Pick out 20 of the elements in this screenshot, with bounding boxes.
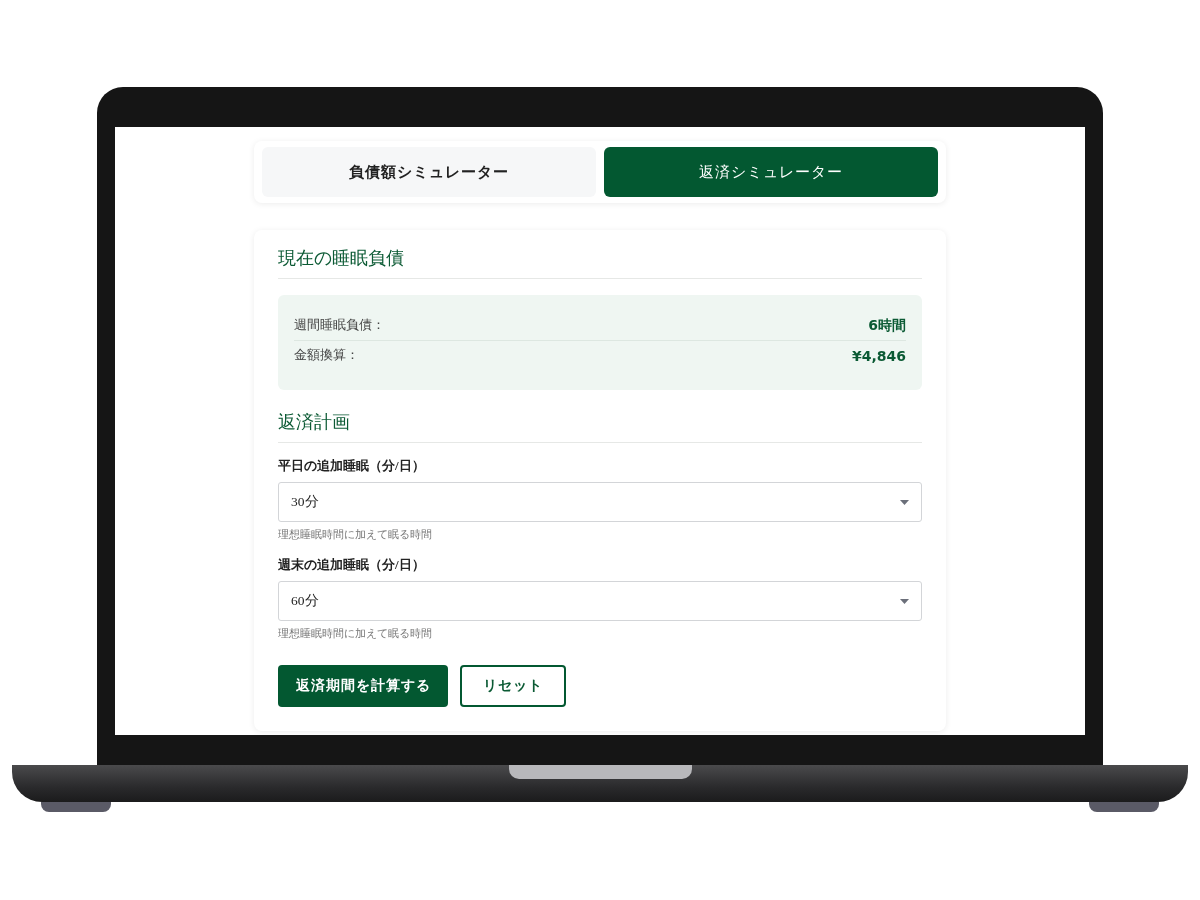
reset-button[interactable]: リセット — [460, 665, 566, 707]
section-title: 返済計画 — [278, 410, 922, 443]
summary-label: 金額換算： — [294, 347, 359, 364]
select-field[interactable]: 60分 — [278, 581, 922, 621]
tab[interactable]: 負債額シミュレーター — [262, 147, 596, 197]
field-hint: 理想睡眠時間に加えて眠る時間 — [278, 627, 433, 641]
tab[interactable]: 返済シミュレーター — [604, 147, 938, 197]
field-hint: 理想睡眠時間に加えて眠る時間 — [278, 528, 433, 542]
field-label: 平日の追加睡眠（分/日） — [278, 457, 426, 475]
select-field[interactable]: 30分 — [278, 482, 922, 522]
summary-value: 6時間 — [868, 316, 906, 335]
summary-label: 週間睡眠負債： — [294, 317, 385, 334]
calculate-button[interactable]: 返済期間を計算する — [278, 665, 448, 707]
laptop-foot — [41, 802, 111, 812]
dropdown-caret-icon — [900, 499, 909, 505]
field-label: 週末の追加睡眠（分/日） — [278, 556, 426, 574]
summary-value: ¥4,846 — [851, 347, 906, 364]
dropdown-caret-icon — [900, 598, 909, 604]
section-title: 現在の睡眠負債 — [278, 246, 922, 279]
laptop-foot — [1089, 802, 1159, 812]
